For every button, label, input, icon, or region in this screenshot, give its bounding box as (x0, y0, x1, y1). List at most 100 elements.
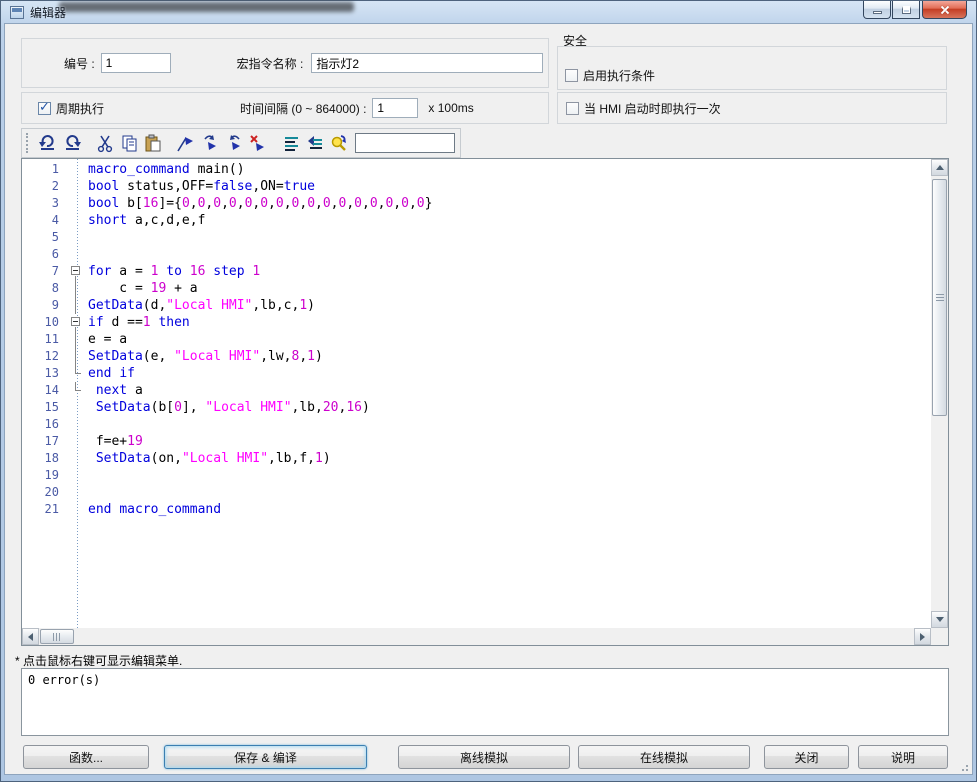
maximize-icon (902, 6, 911, 14)
code-line[interactable]: 19 (22, 467, 931, 484)
close-button[interactable] (922, 1, 967, 19)
code-line[interactable]: 12 SetData(e, "Local HMI",lw,8,1) (22, 348, 931, 365)
code-line[interactable]: 16 (22, 416, 931, 433)
online-simulation-button[interactable]: 在线模拟 (578, 745, 750, 769)
line-number: 5 (22, 229, 68, 246)
interval-label: 时间间隔 (0 ~ 864000) : (240, 100, 366, 117)
code-text: SetData(b[0], "Local HMI",lb,20,16) (88, 399, 370, 416)
code-line[interactable]: 7 for a = 1 to 16 step 1 (22, 263, 931, 280)
bookmark-next-button[interactable] (198, 131, 222, 155)
editor-toolbar (21, 128, 461, 158)
code-text: for a = 1 to 16 step 1 (88, 263, 260, 280)
scroll-left-button[interactable] (22, 628, 39, 645)
dialog-body: 编号 : 宏指令名称 : 安全 ✓ 启用执行条件 ✓ 周期执行 时间间隔 (0 … (4, 23, 973, 775)
run-on-startup-label: 当 HMI 启动时即执行一次 (584, 100, 721, 117)
bookmark-prev-button[interactable] (222, 131, 246, 155)
code-line[interactable]: 5 (22, 229, 931, 246)
number-label: 编号 : (64, 55, 95, 72)
fold-margin (68, 229, 88, 246)
vertical-scroll-thumb[interactable] (932, 179, 947, 416)
code-line[interactable]: 13end if (22, 365, 931, 382)
arrow-down-icon (936, 617, 944, 622)
code-line[interactable]: 8 c = 19 + a (22, 280, 931, 297)
code-text: GetData(d,"Local HMI",lb,c,1) (88, 297, 315, 314)
line-number: 12 (22, 348, 68, 365)
enable-condition-checkbox[interactable]: ✓ (565, 69, 578, 82)
offline-simulation-button[interactable]: 离线模拟 (398, 745, 570, 769)
search-input[interactable] (355, 133, 455, 153)
line-number: 16 (22, 416, 68, 433)
maximize-button[interactable] (892, 1, 920, 19)
code-line[interactable]: 9 GetData(d,"Local HMI",lb,c,1) (22, 297, 931, 314)
horizontal-scroll-thumb[interactable] (40, 629, 74, 644)
paste-button[interactable] (141, 131, 165, 155)
copy-button[interactable] (117, 131, 141, 155)
cut-button[interactable] (93, 131, 117, 155)
fold-margin (68, 161, 88, 178)
code-line[interactable]: 11e = a (22, 331, 931, 348)
scrollbar-corner (931, 628, 948, 645)
line-number: 14 (22, 382, 68, 399)
number-input[interactable] (101, 53, 171, 73)
code-line[interactable]: 3bool b[16]={0,0,0,0,0,0,0,0,0,0,0,0,0,0… (22, 195, 931, 212)
fold-margin (68, 331, 88, 348)
undo-button[interactable] (36, 131, 60, 155)
macro-name-input[interactable] (311, 53, 543, 73)
help-button[interactable]: 说明 (858, 745, 948, 769)
code-line[interactable]: 18 SetData(on,"Local HMI",lb,f,1) (22, 450, 931, 467)
close-icon (939, 4, 951, 16)
fold-collapse-icon[interactable] (68, 263, 88, 280)
line-number: 7 (22, 263, 68, 280)
vertical-scrollbar[interactable] (931, 159, 948, 628)
redo-button[interactable] (60, 131, 84, 155)
code-line[interactable]: 6 (22, 246, 931, 263)
code-text: bool status,OFF=false,ON=true (88, 178, 315, 195)
find-icon (329, 133, 349, 153)
fold-collapse-icon[interactable] (68, 314, 88, 331)
horizontal-scrollbar[interactable] (22, 628, 931, 645)
run-on-startup-checkbox[interactable]: ✓ (566, 102, 579, 115)
code-line[interactable]: 20 (22, 484, 931, 501)
compile-message-box[interactable]: 0 error(s) (21, 668, 949, 736)
bookmark-clear-button[interactable] (246, 131, 270, 155)
line-number: 9 (22, 297, 68, 314)
periodic-checkbox[interactable]: ✓ (38, 102, 51, 115)
minimize-button[interactable] (863, 1, 891, 19)
code-line[interactable]: 4 short a,c,d,e,f (22, 212, 931, 229)
code-line[interactable]: 17 f=e+19 (22, 433, 931, 450)
goto-list-button[interactable] (303, 131, 327, 155)
code-line[interactable]: 10if d ==1 then (22, 314, 931, 331)
code-text: c = 19 + a (88, 280, 198, 297)
scroll-down-button[interactable] (931, 611, 948, 628)
bookmark-list-button[interactable] (279, 131, 303, 155)
toolbar-grip[interactable] (26, 133, 30, 153)
interval-unit-label: x 100ms (428, 101, 473, 115)
code-line[interactable]: 2bool status,OFF=false,ON=true (22, 178, 931, 195)
line-number: 15 (22, 399, 68, 416)
code-text: SetData(e, "Local HMI",lw,8,1) (88, 348, 323, 365)
code-text: if d ==1 then (88, 314, 190, 331)
startup-panel: ✓ 当 HMI 启动时即执行一次 (557, 92, 947, 124)
code-area[interactable]: 1macro_command main()2bool status,OFF=fa… (22, 159, 931, 628)
code-text: short a,c,d,e,f (88, 212, 205, 229)
code-line[interactable]: 15 SetData(b[0], "Local HMI",lb,20,16) (22, 399, 931, 416)
line-number: 4 (22, 212, 68, 229)
interval-input[interactable] (372, 98, 418, 118)
scroll-up-button[interactable] (931, 159, 948, 176)
find-button[interactable] (327, 131, 351, 155)
functions-button[interactable]: 函数... (23, 745, 149, 769)
line-number: 19 (22, 467, 68, 484)
code-line[interactable]: 21end macro_command (22, 501, 931, 518)
code-line[interactable]: 14 next a (22, 382, 931, 399)
title-bar[interactable]: 编辑器 (1, 1, 976, 23)
close-dialog-button[interactable]: 关闭 (764, 745, 849, 769)
fold-margin (68, 501, 88, 518)
line-number: 6 (22, 246, 68, 263)
resize-grip[interactable] (958, 761, 968, 771)
save-compile-button[interactable]: 保存 & 编译 (164, 745, 367, 769)
bookmark-toggle-button[interactable] (174, 131, 198, 155)
code-line[interactable]: 1macro_command main() (22, 161, 931, 178)
fold-margin (68, 399, 88, 416)
line-number: 13 (22, 365, 68, 382)
scroll-right-button[interactable] (914, 628, 931, 645)
